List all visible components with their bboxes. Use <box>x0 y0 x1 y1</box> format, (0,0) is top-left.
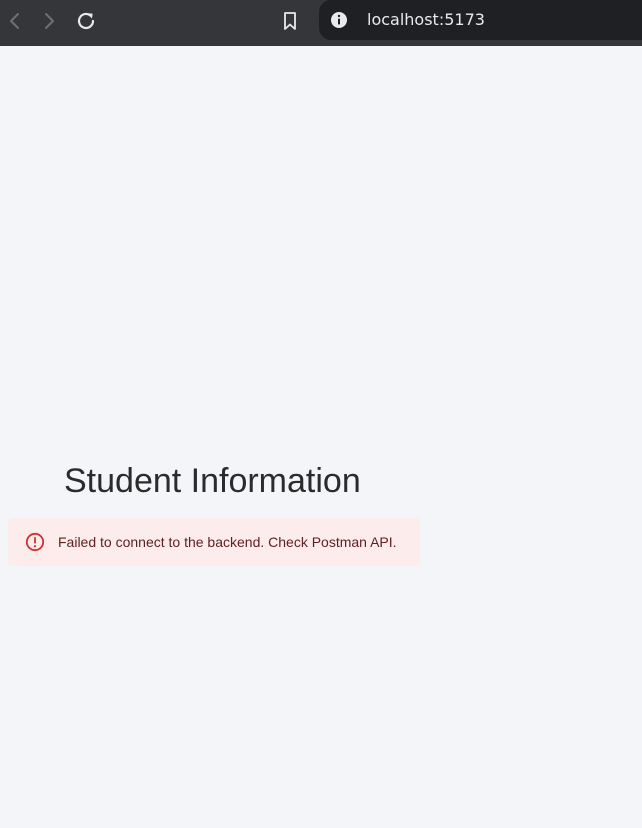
info-icon[interactable] <box>330 11 348 29</box>
page-content: Student Information Failed to connect to… <box>0 46 642 828</box>
chevron-left-icon <box>10 13 19 29</box>
chevron-right-icon <box>45 13 54 29</box>
error-alert: Failed to connect to the backend. Check … <box>8 518 420 566</box>
alert-message: Failed to connect to the backend. Check … <box>58 534 397 550</box>
reload-icon <box>77 12 95 30</box>
forward-button[interactable] <box>34 7 64 35</box>
bookmark-button[interactable] <box>275 7 305 35</box>
bookmark-icon <box>284 12 296 30</box>
back-button[interactable] <box>0 7 30 35</box>
browser-toolbar: localhost:5173 <box>0 0 642 46</box>
error-outline-icon <box>25 532 45 552</box>
url-text[interactable]: localhost:5173 <box>367 9 485 31</box>
reload-button[interactable] <box>71 7 101 35</box>
page-title: Student Information <box>64 462 361 500</box>
